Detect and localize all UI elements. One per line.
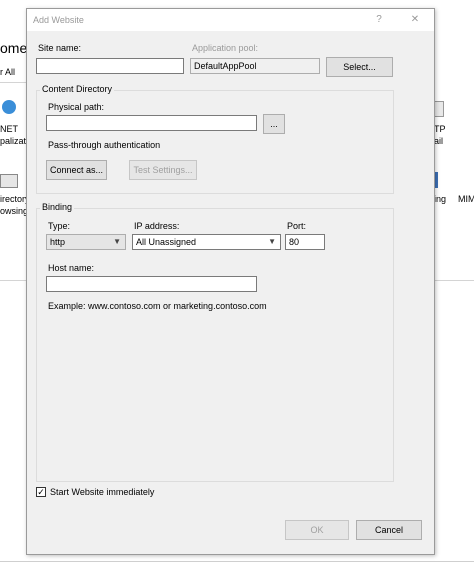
type-label: Type: bbox=[48, 221, 71, 231]
ip-address-dropdown[interactable]: All Unassigned ▼ bbox=[132, 234, 281, 250]
bg-divider bbox=[434, 280, 474, 281]
port-input[interactable]: 80 bbox=[285, 234, 325, 250]
chevron-down-icon: ▼ bbox=[113, 237, 121, 246]
type-dropdown[interactable]: http ▼ bbox=[46, 234, 126, 250]
bg-divider bbox=[0, 82, 26, 83]
select-app-pool-button[interactable]: Select... bbox=[326, 57, 393, 77]
passthrough-label: Pass-through authentication bbox=[48, 140, 161, 150]
port-label: Port: bbox=[287, 221, 307, 231]
ok-button[interactable]: OK bbox=[285, 520, 349, 540]
content-directory-title: Content Directory bbox=[40, 84, 115, 94]
bg-globe-icon bbox=[2, 100, 16, 114]
host-name-input[interactable] bbox=[46, 276, 257, 292]
host-name-label: Host name: bbox=[48, 263, 95, 273]
site-name-label: Site name: bbox=[38, 43, 82, 53]
help-button[interactable]: ? bbox=[368, 12, 390, 28]
bg-filter-button-fragment: r All bbox=[0, 67, 16, 77]
start-website-label: Start Website immediately bbox=[50, 487, 155, 497]
dialog-title: Add Website bbox=[33, 15, 84, 25]
bg-label-fragment: palizat bbox=[0, 136, 27, 146]
physical-path-label: Physical path: bbox=[48, 102, 105, 112]
start-website-checkbox[interactable]: ✓ bbox=[36, 487, 46, 497]
connect-as-button[interactable]: Connect as... bbox=[46, 160, 107, 180]
bg-folder-icon bbox=[0, 174, 18, 188]
chevron-down-icon: ▼ bbox=[268, 237, 276, 246]
title-bar: Add Website ? ✕ bbox=[27, 9, 434, 31]
bg-bottom-border bbox=[0, 561, 474, 562]
physical-path-input[interactable] bbox=[46, 115, 257, 131]
bg-page-icon bbox=[434, 101, 444, 117]
bg-label-fragment: TP bbox=[434, 124, 446, 134]
bg-label-fragment: NET bbox=[0, 124, 18, 134]
bg-label-fragment: ing bbox=[434, 194, 447, 204]
site-name-input[interactable] bbox=[36, 58, 184, 74]
type-value: http bbox=[50, 237, 66, 247]
bg-divider bbox=[0, 280, 26, 281]
bg-label-fragment: owsing bbox=[0, 206, 29, 216]
bg-label-fragment: MIM bbox=[458, 194, 474, 204]
ip-address-value: All Unassigned bbox=[136, 237, 197, 247]
browse-button[interactable]: ... bbox=[263, 114, 285, 134]
bg-heading-fragment: ome bbox=[0, 40, 28, 56]
app-pool-field: DefaultAppPool bbox=[190, 58, 320, 74]
test-settings-button[interactable]: Test Settings... bbox=[129, 160, 197, 180]
ip-address-label: IP address: bbox=[134, 221, 180, 231]
add-website-dialog: Add Website ? ✕ Site name: Application p… bbox=[26, 8, 435, 555]
close-button[interactable]: ✕ bbox=[404, 12, 426, 28]
binding-title: Binding bbox=[40, 202, 75, 212]
example-hint: Example: www.contoso.com or marketing.co… bbox=[48, 301, 267, 311]
app-pool-label: Application pool: bbox=[192, 43, 259, 53]
bg-label-fragment: ail bbox=[434, 136, 444, 146]
cancel-button[interactable]: Cancel bbox=[356, 520, 422, 540]
